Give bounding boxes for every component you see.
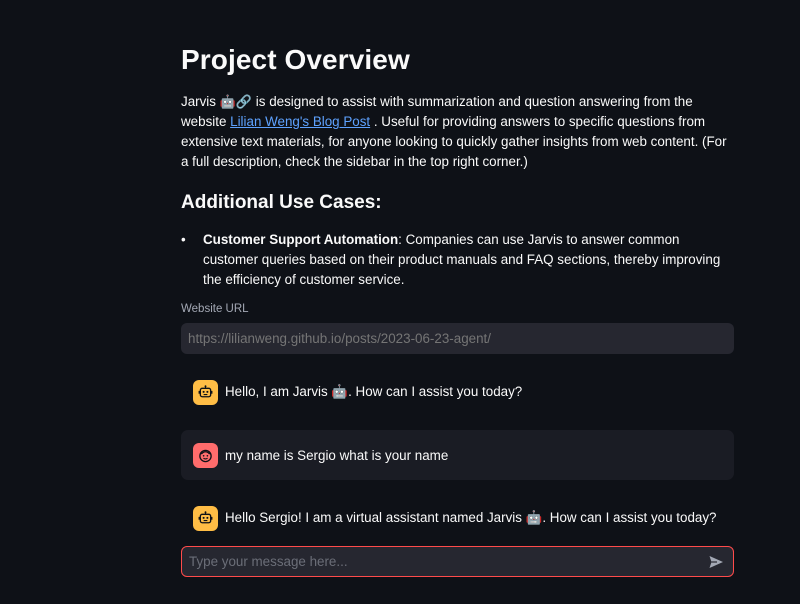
intro-paragraph: Jarvis 🤖🔗 is designed to assist with sum… <box>181 92 734 172</box>
chat-message-text: my name is Sergio what is your name <box>225 447 449 463</box>
page-title: Project Overview <box>181 44 410 75</box>
chat-message-input[interactable] <box>182 547 701 576</box>
use-case-title: Customer Support Automation <box>203 232 399 247</box>
smiley-face-icon <box>193 442 218 468</box>
website-url-input[interactable] <box>181 323 734 354</box>
robot-link-emoji: 🤖🔗 <box>219 94 253 109</box>
chat-message-text: Hello Sergio! I am a virtual assistant n… <box>225 510 717 525</box>
robot-icon <box>193 379 218 405</box>
send-button[interactable] <box>701 547 731 576</box>
chat-message-assistant: Hello Sergio! I am a virtual assistant n… <box>181 493 734 543</box>
chat-message-user: my name is Sergio what is your name <box>181 430 734 480</box>
blog-post-link[interactable]: Lilian Weng's Blog Post <box>230 114 370 129</box>
robot-icon <box>193 505 218 531</box>
chat-message-text: Hello, I am Jarvis 🤖. How can I assist y… <box>225 384 523 399</box>
chat-message-assistant: Hello, I am Jarvis 🤖. How can I assist y… <box>181 367 734 417</box>
website-url-label: Website URL <box>181 303 249 315</box>
use-cases-heading: Additional Use Cases: <box>181 192 382 213</box>
use-cases-list: • Customer Support Automation: Companies… <box>181 230 734 290</box>
intro-text-start: Jarvis <box>181 94 220 109</box>
chat-input-container <box>181 546 734 577</box>
bullet-icon: • <box>181 232 186 247</box>
list-item: • Customer Support Automation: Companies… <box>181 230 734 290</box>
send-icon <box>709 555 723 568</box>
